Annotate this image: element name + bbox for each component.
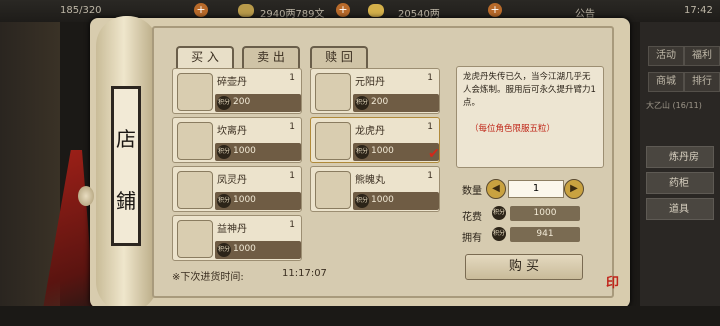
quantity-increase-button[interactable]: ▶ [564,179,584,199]
welfare-button[interactable]: 福利 [684,46,720,66]
item-name: 熊魄丸 [355,175,385,186]
gourd-icon [315,122,351,160]
item-cell[interactable]: 碎壶丹 1 积分 200 [172,68,302,114]
points-icon: 积分 [217,194,231,208]
cost-label: 花费 [462,212,482,223]
item-name: 坎离丹 [217,126,247,137]
pill-jar-icon [177,73,213,111]
gourd-icon [177,171,213,209]
gourd-icon [177,220,213,258]
tab-buyback[interactable]: 赎 回 [310,46,368,68]
points-icon: 积分 [355,194,369,208]
clock: 17:42 [684,5,713,16]
item-qty: 1 [427,171,433,181]
points-icon: 积分 [492,227,506,241]
event-indicator[interactable]: 大乙山 (16/11) [646,100,702,111]
item-name: 龙虎丹 [355,126,385,137]
quantity-decrease-button[interactable]: ◀ [486,179,506,199]
item-price: 1000 [233,146,256,156]
pill-jar-icon [177,122,213,160]
item-name: 凤灵丹 [217,175,247,186]
item-qty: 1 [427,122,433,132]
item-qty: 1 [289,122,295,132]
item-cell[interactable]: 坎离丹 1 积分 1000 [172,117,302,163]
item-price: 1000 [371,195,394,205]
purchase-limit-note: （每位角色限服五粒） [470,124,556,134]
owned-value: 941 [510,227,580,242]
owned-label: 拥有 [462,233,482,244]
item-cell[interactable]: 益神丹 1 积分 1000 [172,215,302,261]
resource-count: 185/320 [60,5,102,16]
mall-button[interactable]: 商城 [648,72,684,92]
item-cell-selected[interactable]: 龙虎丹 1 积分 1000 [310,117,440,163]
restock-timer: 11:17:07 [282,268,327,279]
checkmark-icon: ✔ [428,146,440,162]
title-char-2: 鋪 [116,189,136,213]
points-icon: 积分 [492,206,506,220]
points-icon: 积分 [217,145,231,159]
quantity-label: 数量 [462,186,482,197]
gold-icon [368,4,384,17]
item-name: 碎壶丹 [217,77,247,88]
add-money-button[interactable]: + [336,3,350,17]
money-icon [238,4,254,17]
item-price: 1000 [371,146,394,156]
gourd-icon [315,171,351,209]
tab-sell[interactable]: 卖 出 [242,46,300,68]
side-tab-props[interactable]: 道具 [646,198,714,220]
title-char-1: 店 [116,127,136,151]
item-price: 200 [371,97,389,107]
points-icon: 积分 [217,243,231,257]
item-description: 龙虎丹失传已久，当今江湖几乎无人会炼制。服用后可永久提升臂力1点。 [456,66,604,168]
add-gold-button[interactable]: + [488,3,502,17]
item-qty: 1 [289,171,295,181]
buy-button[interactable]: 购 买 [465,254,583,280]
bottom-bar [0,306,720,326]
shop-seal-icon: 印 [606,276,620,291]
item-cell[interactable]: 熊魄丸 1 积分 1000 [310,166,440,212]
pill-jar-icon [315,73,351,111]
scroll-bead [78,186,94,206]
item-price: 200 [233,97,251,107]
points-icon: 积分 [355,96,369,110]
shop-title-plate: 店 鋪 [111,86,141,246]
side-tab-herbs[interactable]: 药柜 [646,172,714,194]
item-cell[interactable]: 元阳丹 1 积分 200 [310,68,440,114]
item-name: 元阳丹 [355,77,385,88]
side-tab-alchemy[interactable]: 炼丹房 [646,146,714,168]
activity-button[interactable]: 活动 [648,46,684,66]
points-icon: 积分 [355,145,369,159]
quantity-input[interactable]: 1 [508,180,564,198]
item-qty: 1 [427,73,433,83]
points-icon: 积分 [217,96,231,110]
rank-button[interactable]: 排行 [684,72,720,92]
cost-value: 1000 [510,206,580,221]
add-resource-button[interactable]: + [194,3,208,17]
item-qty: 1 [289,73,295,83]
tab-buy[interactable]: 买 入 [176,46,234,68]
item-cell[interactable]: 凤灵丹 1 积分 1000 [172,166,302,212]
item-name: 益神丹 [217,224,247,235]
item-price: 1000 [233,244,256,254]
item-price: 1000 [233,195,256,205]
restock-label: ※下次进货时间: [172,272,244,283]
item-qty: 1 [289,220,295,230]
